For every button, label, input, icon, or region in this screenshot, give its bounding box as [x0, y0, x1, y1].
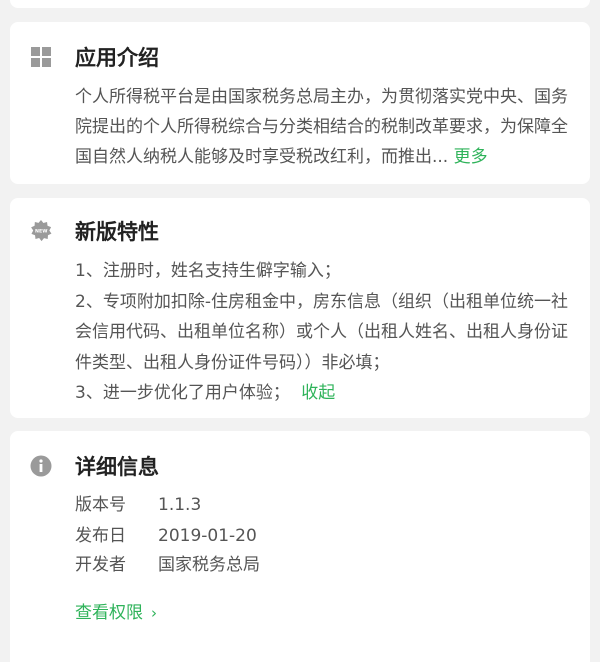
new-features-list: 1、注册时，姓名支持生僻字输入； 2、专项附加扣除-住房租金中，房东信息（组织（… [75, 256, 575, 409]
info-row-version: 版本号 1.1.3 [75, 493, 201, 517]
app-intro-title: 应用介绍 [75, 46, 159, 70]
app-intro-text: 个人所得税平台是由国家税务总局主办，为贯彻落实党中央、国务院提出的个人所得税综合… [75, 82, 575, 172]
new-features-card: NEW 新版特性 1、注册时，姓名支持生僻字输入； 2、专项附加扣除-住房租金中… [10, 198, 590, 418]
version-value: 1.1.3 [158, 495, 202, 515]
collapse-link[interactable]: 收起 [301, 383, 335, 403]
developer-value: 国家税务总局 [158, 555, 260, 575]
new-badge-icon: NEW [31, 220, 52, 242]
app-intro-card: 应用介绍 个人所得税平台是由国家税务总局主办，为贯彻落实党中央、国务院提出的个人… [10, 22, 590, 184]
svg-text:NEW: NEW [35, 229, 48, 235]
feature-item-1: 1、注册时，姓名支持生僻字输入； [75, 261, 341, 281]
release-date-value: 2019-01-20 [158, 526, 257, 546]
info-icon [30, 455, 52, 477]
feature-item-3: 3、进一步优化了用户体验； 收起 [75, 378, 575, 409]
more-link[interactable]: 更多 [454, 147, 488, 167]
feature-item-2: 2、专项附加扣除-住房租金中，房东信息（组织（出租单位统一社会信用代码、出租单位… [75, 291, 568, 373]
view-permissions-link[interactable]: 查看权限 › [75, 601, 157, 625]
view-permissions-label[interactable]: 查看权限 [75, 603, 143, 623]
details-title: 详细信息 [75, 455, 159, 479]
version-label: 版本号 [75, 495, 126, 515]
info-row-developer: 开发者 国家税务总局 [75, 553, 260, 577]
app-intro-description: 个人所得税平台是由国家税务总局主办，为贯彻落实党中央、国务院提出的个人所得税综合… [75, 87, 568, 167]
new-features-title: 新版特性 [75, 220, 159, 244]
previous-card-edge [10, 0, 590, 8]
feature-item-3-text: 3、进一步优化了用户体验； [75, 383, 290, 403]
info-row-release-date: 发布日 2019-01-20 [75, 524, 257, 548]
details-card: 详细信息 版本号 1.1.3 发布日 2019-01-20 开发者 国家税务总局 查看… [10, 431, 590, 662]
developer-label: 开发者 [75, 555, 126, 575]
grid-icon [31, 47, 51, 67]
release-date-label: 发布日 [75, 526, 126, 546]
chevron-right-icon: › [151, 604, 157, 622]
